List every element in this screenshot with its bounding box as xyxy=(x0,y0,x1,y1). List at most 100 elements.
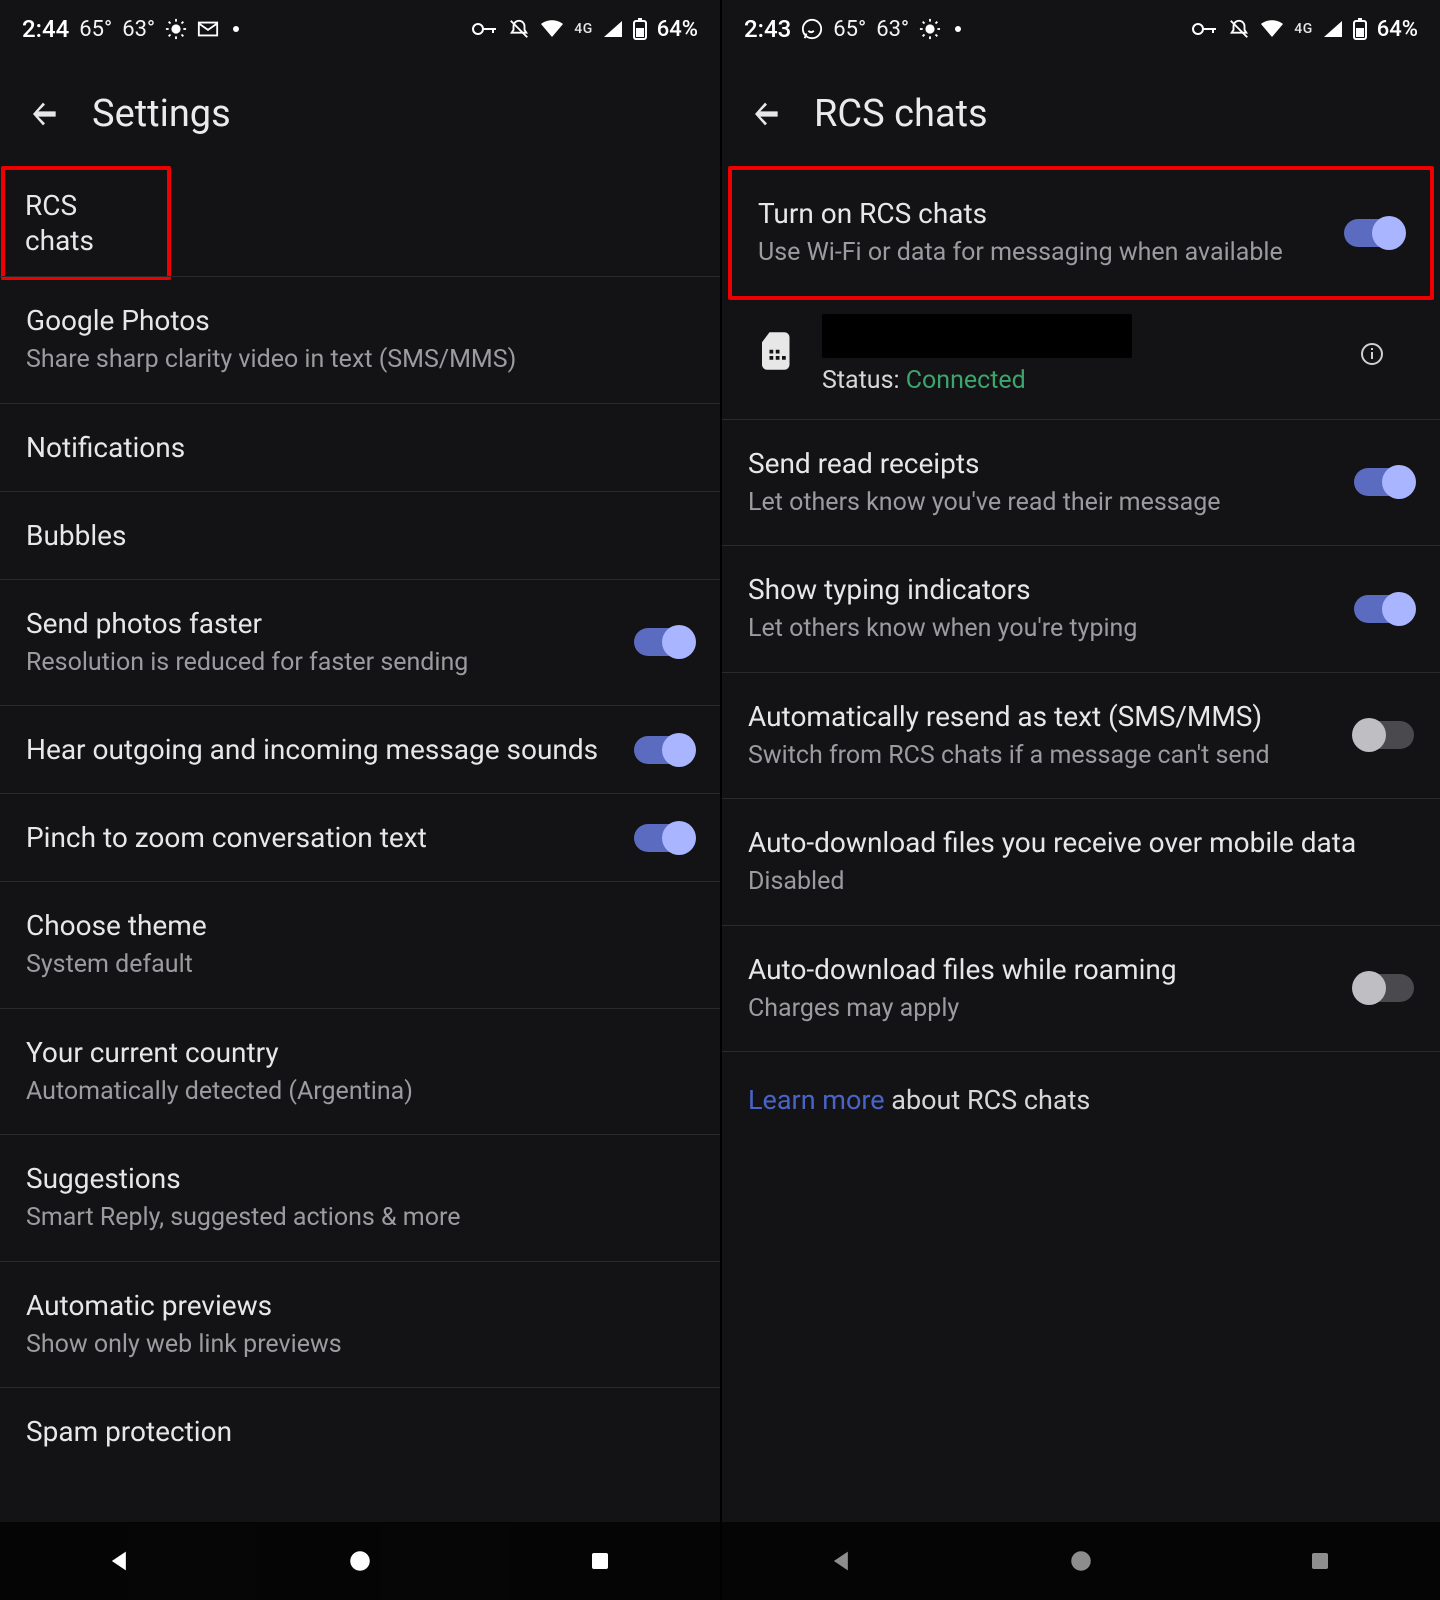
battery-icon xyxy=(1353,18,1367,40)
toggle-message-sounds[interactable] xyxy=(634,736,694,764)
temp-high: 65° xyxy=(833,17,866,42)
settings-row-choose-theme[interactable]: Choose theme System default xyxy=(0,882,720,1009)
nav-home-button[interactable] xyxy=(330,1531,390,1591)
settings-row-current-country[interactable]: Your current country Automatically detec… xyxy=(0,1009,720,1136)
rcs-settings-list: Turn on RCS chats Use Wi-Fi or data for … xyxy=(722,166,1440,1148)
settings-row-auto-download-roaming[interactable]: Auto-download files while roaming Charge… xyxy=(722,926,1440,1053)
row-title: Choose theme xyxy=(26,908,694,943)
learn-more-link[interactable]: Learn more xyxy=(748,1084,885,1116)
settings-row-bubbles[interactable]: Bubbles xyxy=(0,492,720,580)
row-title: Pinch to zoom conversation text xyxy=(26,820,614,855)
battery-icon xyxy=(633,18,647,40)
status-prefix: Status: xyxy=(822,366,906,395)
row-title: Send read receipts xyxy=(748,446,1334,481)
row-subtitle: Show only web link previews xyxy=(26,1329,694,1362)
settings-row-typing-indicators[interactable]: Show typing indicators Let others know w… xyxy=(722,546,1440,673)
row-title: Auto-download files while roaming xyxy=(748,952,1334,987)
network-type-label: 4G xyxy=(574,23,593,35)
toggle-read-receipts[interactable] xyxy=(1354,468,1414,496)
nav-back-button[interactable] xyxy=(812,1531,872,1591)
settings-list: RCS chats Google Photos Share sharp clar… xyxy=(0,166,720,1475)
phone-number-redacted xyxy=(822,314,1132,358)
app-header: Settings xyxy=(0,56,720,166)
settings-row-turn-on-rcs[interactable]: Turn on RCS chats Use Wi-Fi or data for … xyxy=(732,170,1430,296)
row-subtitle: Smart Reply, suggested actions & more xyxy=(26,1202,694,1235)
page-title: RCS chats xyxy=(814,92,988,136)
toggle-auto-resend[interactable] xyxy=(1354,721,1414,749)
settings-row-google-photos[interactable]: Google Photos Share sharp clarity video … xyxy=(0,277,720,404)
wifi-icon xyxy=(540,20,564,38)
nav-back-button[interactable] xyxy=(90,1531,150,1591)
signal-icon xyxy=(603,20,623,38)
dnd-off-icon xyxy=(1228,18,1250,40)
rcs-status-line: Status: Connected xyxy=(822,366,1132,395)
settings-row-suggestions[interactable]: Suggestions Smart Reply, suggested actio… xyxy=(0,1135,720,1262)
row-subtitle: Resolution is reduced for faster sending xyxy=(26,647,614,680)
row-title: Your current country xyxy=(26,1035,694,1070)
row-subtitle: Disabled xyxy=(748,866,1414,899)
settings-row-read-receipts[interactable]: Send read receipts Let others know you'v… xyxy=(722,420,1440,547)
row-title: Automatic previews xyxy=(26,1288,694,1323)
row-title: Show typing indicators xyxy=(748,572,1334,607)
temp-low: 63° xyxy=(122,17,155,42)
temp-high: 65° xyxy=(79,17,112,42)
row-title: Hear outgoing and incoming message sound… xyxy=(26,732,614,767)
sim-card-icon xyxy=(762,332,798,376)
settings-row-send-photos-faster[interactable]: Send photos faster Resolution is reduced… xyxy=(0,580,720,707)
gmail-icon xyxy=(197,20,219,38)
row-subtitle: Charges may apply xyxy=(748,993,1334,1026)
settings-row-automatic-previews[interactable]: Automatic previews Show only web link pr… xyxy=(0,1262,720,1389)
row-title: RCS chats xyxy=(25,188,147,258)
phone-right: 2:43 65° 63° xyxy=(720,0,1440,1600)
toggle-send-photos-faster[interactable] xyxy=(634,628,694,656)
whatsapp-icon xyxy=(801,18,823,40)
more-notifications-dot-icon xyxy=(233,26,239,32)
toggle-turn-on-rcs[interactable] xyxy=(1344,219,1404,247)
vpn-key-icon xyxy=(472,22,498,36)
wifi-icon xyxy=(1260,20,1284,38)
battery-percent: 64% xyxy=(657,17,698,42)
info-icon[interactable] xyxy=(1360,342,1384,366)
nav-home-button[interactable] xyxy=(1051,1531,1111,1591)
toggle-auto-download-roaming[interactable] xyxy=(1354,974,1414,1002)
settings-row-notifications[interactable]: Notifications xyxy=(0,404,720,492)
toggle-pinch-zoom[interactable] xyxy=(634,824,694,852)
sun-icon xyxy=(919,18,941,40)
row-title: Send photos faster xyxy=(26,606,614,641)
battery-percent: 64% xyxy=(1377,17,1418,42)
row-title: Turn on RCS chats xyxy=(758,196,1324,231)
learn-more-suffix: about RCS chats xyxy=(885,1084,1091,1116)
clock-text: 2:43 xyxy=(744,15,791,43)
row-subtitle: Let others know you've read their messag… xyxy=(748,487,1334,520)
sun-icon xyxy=(165,18,187,40)
settings-row-auto-download-mobile[interactable]: Auto-download files you receive over mob… xyxy=(722,799,1440,926)
vpn-key-icon xyxy=(1192,22,1218,36)
temp-low: 63° xyxy=(876,17,909,42)
signal-icon xyxy=(1323,20,1343,38)
navigation-bar xyxy=(0,1522,720,1600)
app-header: RCS chats xyxy=(722,56,1440,166)
settings-row-spam-protection[interactable]: Spam protection xyxy=(0,1388,720,1475)
sim-status-row[interactable]: Status: Connected xyxy=(722,300,1440,420)
settings-row-rcs-chats[interactable]: RCS chats xyxy=(5,170,167,276)
page-title: Settings xyxy=(92,92,231,136)
status-bar: 2:44 65° 63° xyxy=(0,0,720,56)
settings-row-auto-resend[interactable]: Automatically resend as text (SMS/MMS) S… xyxy=(722,673,1440,800)
row-subtitle: Share sharp clarity video in text (SMS/M… xyxy=(26,344,694,377)
row-subtitle: Automatically detected (Argentina) xyxy=(26,1076,694,1109)
row-title: Spam protection xyxy=(26,1414,694,1449)
row-title: Notifications xyxy=(26,430,694,465)
nav-recent-button[interactable] xyxy=(570,1531,630,1591)
nav-recent-button[interactable] xyxy=(1290,1531,1350,1591)
status-value: Connected xyxy=(906,366,1026,395)
back-button[interactable] xyxy=(748,95,786,133)
row-title: Bubbles xyxy=(26,518,694,553)
dnd-off-icon xyxy=(508,18,530,40)
settings-row-message-sounds[interactable]: Hear outgoing and incoming message sound… xyxy=(0,706,720,794)
row-subtitle: Switch from RCS chats if a message can't… xyxy=(748,740,1334,773)
network-type-label: 4G xyxy=(1294,23,1313,35)
back-button[interactable] xyxy=(26,95,64,133)
row-title: Auto-download files you receive over mob… xyxy=(748,825,1414,860)
toggle-typing-indicators[interactable] xyxy=(1354,595,1414,623)
settings-row-pinch-zoom[interactable]: Pinch to zoom conversation text xyxy=(0,794,720,882)
